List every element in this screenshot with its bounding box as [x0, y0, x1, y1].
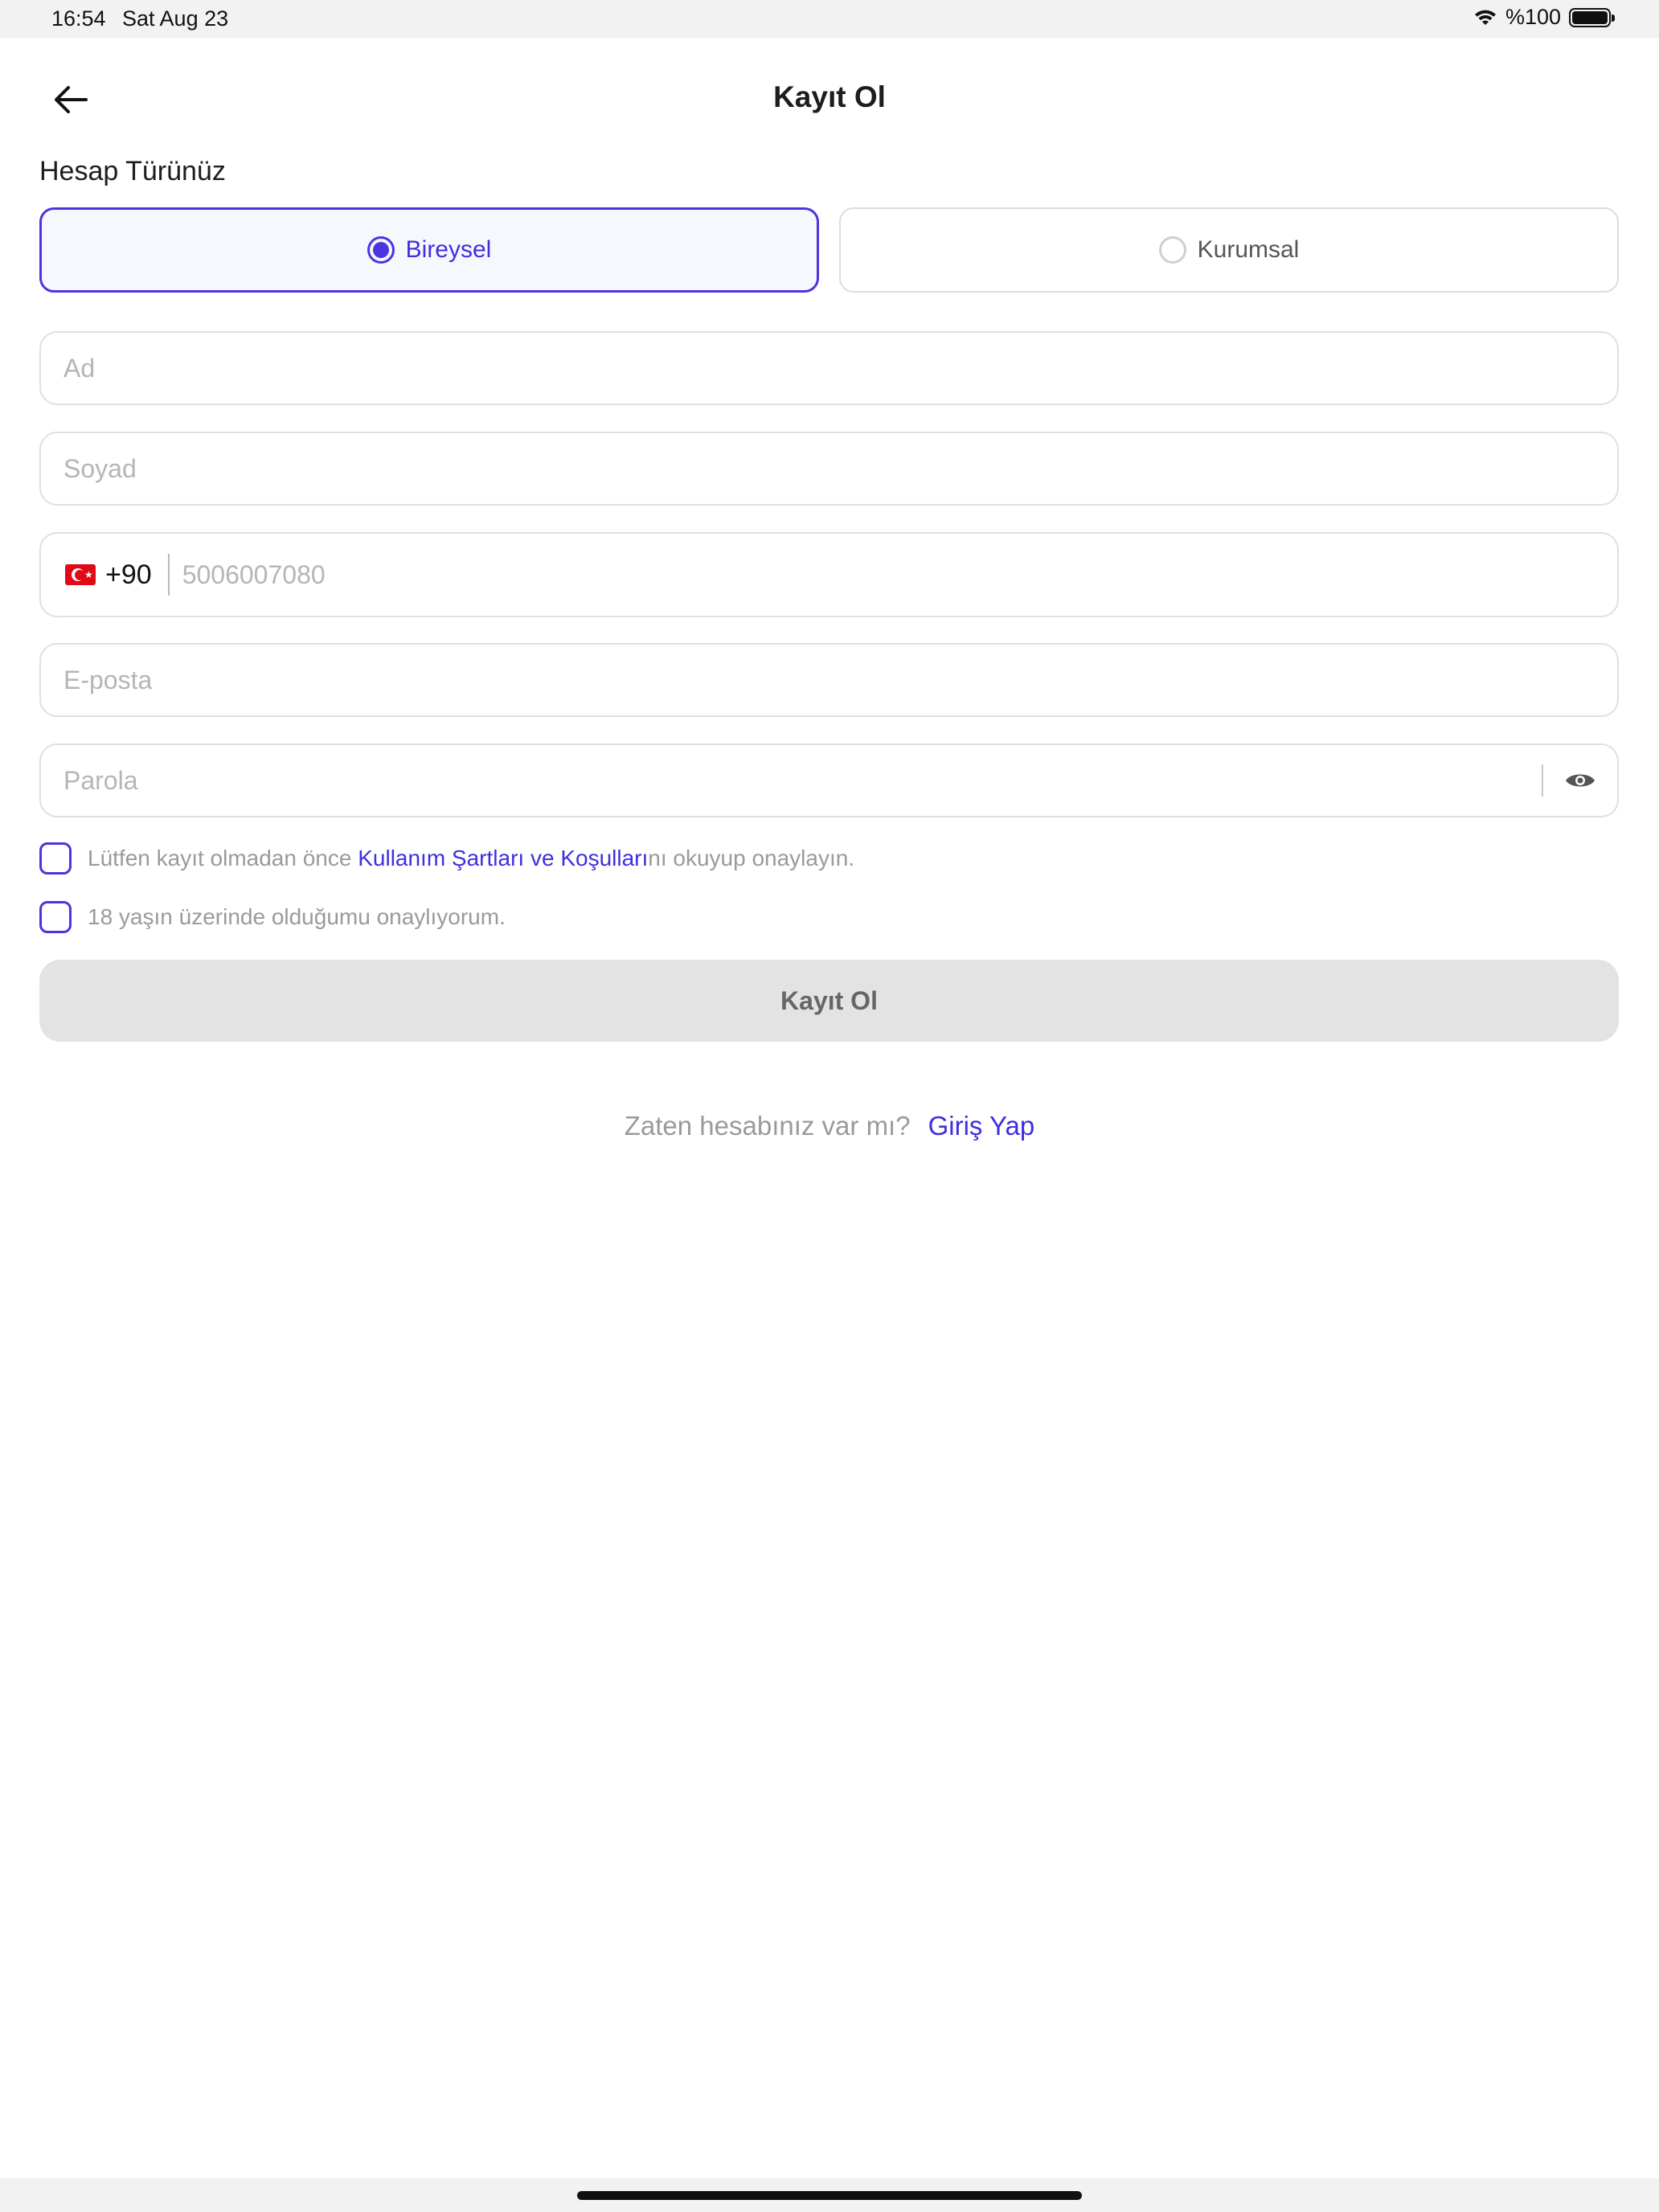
battery-percentage: %100: [1505, 5, 1561, 29]
register-button[interactable]: Kayıt Ol: [39, 960, 1619, 1042]
battery-icon: [1569, 7, 1615, 27]
radio-selected-icon: [367, 236, 395, 264]
radio-unselected-icon: [1158, 236, 1186, 264]
login-link[interactable]: Giriş Yap: [928, 1111, 1035, 1141]
account-type-corporate-label: Kurumsal: [1197, 236, 1300, 263]
last-name-field-wrapper: [39, 432, 1619, 506]
page-title: Kayıt Ol: [773, 80, 886, 113]
password-actions: [1542, 764, 1617, 797]
password-field[interactable]: [41, 765, 1542, 796]
first-name-field[interactable]: [41, 353, 1617, 383]
age-checkbox[interactable]: [39, 901, 72, 933]
home-indicator[interactable]: [577, 2191, 1082, 2200]
country-code-selector[interactable]: ★ +90: [41, 554, 170, 596]
register-screen: Kayıt Ol Hesap Türünüz Bireysel Kurumsal…: [0, 39, 1659, 2178]
phone-field[interactable]: [169, 559, 1617, 590]
terms-prefix: Lütfen kayıt olmadan önce: [88, 846, 358, 870]
country-code: +90: [105, 559, 152, 590]
turkey-flag-icon: ★: [65, 564, 96, 585]
status-bar: 16:54 Sat Aug 23 %100: [0, 0, 1659, 39]
email-field[interactable]: [41, 665, 1617, 695]
terms-checkbox[interactable]: [39, 842, 72, 875]
wifi-icon: [1474, 10, 1496, 25]
account-type-individual-label: Bireysel: [405, 236, 492, 263]
first-name-field-wrapper: [39, 331, 1619, 405]
last-name-field[interactable]: [41, 453, 1617, 484]
phone-field-wrapper: ★ +90: [39, 532, 1619, 617]
account-type-label: Hesap Türünüz: [39, 156, 226, 186]
status-time: 16:54: [51, 6, 106, 31]
account-type-individual[interactable]: Bireysel: [39, 207, 819, 293]
status-right: %100: [1473, 5, 1615, 30]
terms-consent-row: Lütfen kayıt olmadan önce Kullanım Şartl…: [39, 842, 854, 875]
terms-suffix: nı okuyup onaylayın.: [648, 846, 855, 870]
password-field-wrapper: [39, 743, 1619, 817]
email-field-wrapper: [39, 643, 1619, 717]
login-question: Zaten hesabınız var mı?: [624, 1111, 911, 1141]
password-divider: [1542, 764, 1543, 797]
status-date: Sat Aug 23: [122, 6, 229, 31]
login-prompt: Zaten hesabınız var mı? Giriş Yap: [0, 1111, 1659, 1141]
age-consent-row: 18 yaşın üzerinde olduğumu onaylıyorum.: [39, 901, 506, 933]
account-type-corporate[interactable]: Kurumsal: [839, 207, 1619, 293]
age-text: 18 yaşın üzerinde olduğumu onaylıyorum.: [88, 904, 506, 929]
terms-link[interactable]: Kullanım Şartları ve Koşulları: [358, 846, 648, 870]
terms-text: Lütfen kayıt olmadan önce Kullanım Şartl…: [88, 846, 854, 871]
eye-icon[interactable]: [1564, 770, 1596, 791]
